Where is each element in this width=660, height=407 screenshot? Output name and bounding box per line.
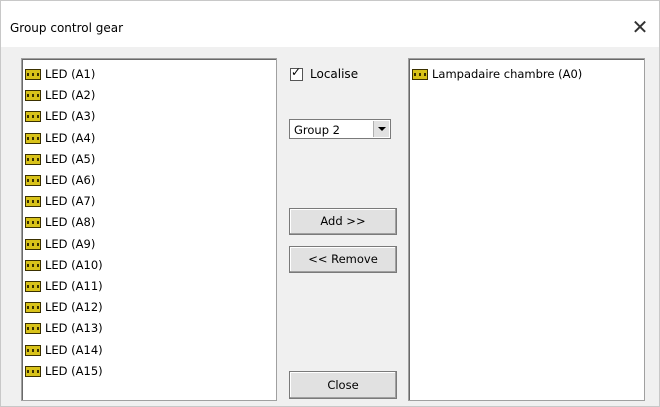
localise-checkbox[interactable]: ✓	[290, 64, 303, 81]
list-item-label: LED (A15)	[45, 363, 103, 378]
control-gear-icon	[25, 69, 41, 81]
control-gear-icon	[25, 132, 41, 144]
list-item[interactable]: LED (A3)	[25, 106, 103, 127]
control-gear-icon	[25, 323, 41, 335]
list-item[interactable]: LED (A7)	[25, 191, 103, 212]
group-members-list[interactable]: Lampadaire chambre (A0)	[408, 58, 645, 401]
list-item-label: LED (A3)	[45, 109, 96, 124]
list-item[interactable]: LED (A4)	[25, 128, 103, 149]
control-gear-icon	[25, 238, 41, 250]
list-item[interactable]: LED (A1)	[25, 64, 103, 85]
remove-button[interactable]: << Remove	[289, 246, 397, 273]
list-item[interactable]: LED (A12)	[25, 297, 103, 318]
list-item-label: LED (A4)	[45, 130, 96, 145]
list-item[interactable]: Lampadaire chambre (A0)	[412, 64, 582, 85]
control-gear-icon	[25, 175, 41, 187]
list-item-label: LED (A5)	[45, 151, 96, 166]
list-item[interactable]: LED (A11)	[25, 276, 103, 297]
control-gear-icon	[25, 280, 41, 292]
list-item[interactable]: LED (A8)	[25, 212, 103, 233]
list-item-label: LED (A12)	[45, 300, 103, 315]
control-gear-icon	[25, 302, 41, 314]
close-window-icon[interactable]: ✕	[627, 15, 653, 39]
list-item-label: LED (A10)	[45, 257, 103, 272]
checkmark-icon: ✓	[291, 64, 302, 79]
window-title: Group control gear	[10, 21, 124, 35]
localise-label: Localise	[310, 67, 359, 81]
list-item[interactable]: LED (A9)	[25, 234, 103, 255]
list-item-label: LED (A13)	[45, 321, 103, 336]
list-item-label: LED (A6)	[45, 173, 96, 188]
list-item-label: LED (A1)	[45, 67, 96, 82]
localise-checkbox-row[interactable]: ✓ Localise	[290, 64, 359, 81]
list-item-label: LED (A11)	[45, 278, 103, 293]
close-button[interactable]: Close	[289, 371, 397, 399]
list-item[interactable]: LED (A15)	[25, 361, 103, 382]
list-item[interactable]: LED (A2)	[25, 85, 103, 106]
list-item-label: LED (A8)	[45, 215, 96, 230]
control-gear-icon	[25, 111, 41, 123]
list-item-label: LED (A2)	[45, 88, 96, 103]
title-bar: Group control gear ✕	[1, 1, 659, 47]
list-item[interactable]: LED (A6)	[25, 170, 103, 191]
available-gear-list[interactable]: LED (A1) LED (A2) LED (A3) LED (A4) LED (A5)…	[21, 58, 277, 401]
control-gear-icon	[25, 344, 41, 356]
list-item-label: Lampadaire chambre (A0)	[432, 67, 583, 82]
list-item[interactable]: LED (A13)	[25, 318, 103, 339]
list-item-label: LED (A9)	[45, 236, 96, 251]
group-select[interactable]: Group 2	[289, 119, 391, 139]
control-gear-icon	[25, 365, 41, 377]
available-gear-items: LED (A1) LED (A2) LED (A3) LED (A4) LED (A5)…	[25, 64, 103, 382]
list-item-label: LED (A14)	[45, 342, 103, 357]
control-gear-icon	[25, 153, 41, 165]
group-select-value: Group 2	[294, 123, 340, 137]
list-item[interactable]: LED (A14)	[25, 339, 103, 360]
control-gear-icon	[25, 259, 41, 271]
control-gear-icon	[412, 69, 428, 81]
list-item[interactable]: LED (A5)	[25, 149, 103, 170]
add-button[interactable]: Add >>	[289, 208, 397, 235]
chevron-down-icon[interactable]	[373, 121, 389, 137]
list-item-label: LED (A7)	[45, 194, 96, 209]
dialog-window: Group control gear ✕ LED (A1) LED (A2) LED…	[0, 0, 660, 407]
control-gear-icon	[25, 196, 41, 208]
control-gear-icon	[25, 90, 41, 102]
group-members-items: Lampadaire chambre (A0)	[412, 64, 582, 85]
control-gear-icon	[25, 217, 41, 229]
list-item[interactable]: LED (A10)	[25, 255, 103, 276]
